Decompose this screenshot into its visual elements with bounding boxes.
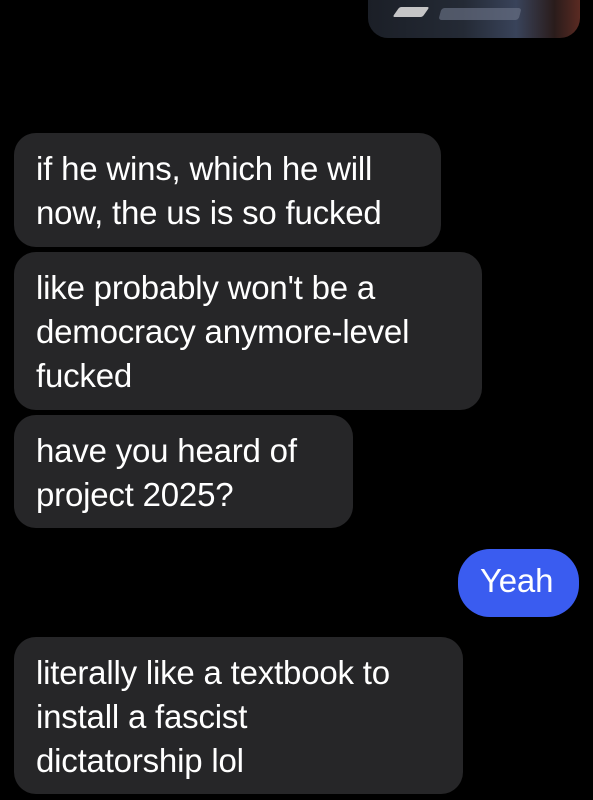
disappointed-face-icon[interactable]: 😞 xyxy=(487,30,575,114)
message-bubble-received[interactable]: literally like a textbook to install a f… xyxy=(14,637,463,794)
image-detail xyxy=(438,8,522,20)
message-bubble-sent[interactable]: Yeah xyxy=(458,549,579,617)
message-bubble-received[interactable]: if he wins, which he will now, the us is… xyxy=(14,133,441,247)
image-detail xyxy=(392,7,430,17)
message-bubble-received[interactable]: like probably won't be a democracy anymo… xyxy=(14,252,482,410)
message-bubble-received[interactable]: have you heard of project 2025? xyxy=(14,415,353,528)
